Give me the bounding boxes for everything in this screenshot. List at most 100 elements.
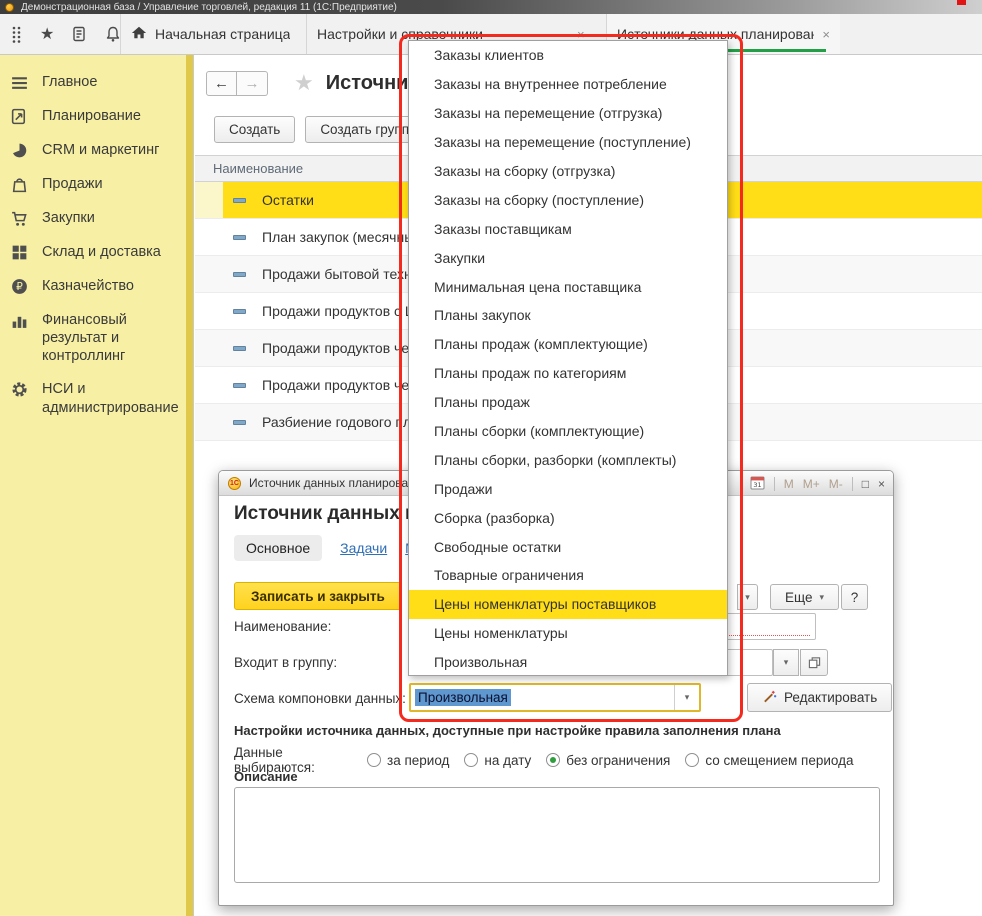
ruble-coin-icon: ₽ <box>10 277 29 296</box>
dropdown-item[interactable]: Минимальная цена поставщика <box>409 272 727 301</box>
radio-circle <box>685 753 699 767</box>
dropdown-item[interactable]: Заказы поставщикам <box>409 214 727 243</box>
sidebar-item-main[interactable]: Главное <box>10 73 178 92</box>
dropdown-item[interactable]: Планы сборки (комплектующие) <box>409 417 727 446</box>
tab-label: Начальная страница <box>155 26 290 42</box>
history-icon[interactable] <box>70 25 88 44</box>
dropdown-item[interactable]: Планы продаж (комплектующие) <box>409 330 727 359</box>
app-logo-icon <box>5 3 14 12</box>
favorites-star-icon[interactable]: ★ <box>40 25 54 44</box>
dialog-maximize-button[interactable]: □ <box>862 477 869 491</box>
sections-sidebar: Главное Планирование CRM и маркетинг Про… <box>0 55 186 916</box>
application-window: Демонстрационная база / Управление торго… <box>0 0 982 916</box>
description-textarea[interactable] <box>234 787 880 883</box>
dropdown-item[interactable]: Заказы на перемещение (поступление) <box>409 128 727 157</box>
split-button-caret[interactable]: ▾ <box>737 584 758 610</box>
window-title: Демонстрационная база / Управление торго… <box>21 2 397 13</box>
gear-icon <box>10 380 29 399</box>
bar-chart-icon <box>10 311 29 330</box>
schema-dropdown-list: Заказы клиентов Заказы на внутреннее пот… <box>408 40 728 676</box>
dropdown-item[interactable]: Планы сборки, разборки (комплекты) <box>409 445 727 474</box>
dropdown-item[interactable]: Сборка (разборка) <box>409 503 727 532</box>
chevron-down-icon: ▾ <box>819 592 824 603</box>
grid-boxes-icon <box>10 243 29 262</box>
radio-circle <box>546 753 560 767</box>
radio-za-period[interactable]: за период <box>367 753 449 768</box>
dropdown-item[interactable]: Заказы на перемещение (отгрузка) <box>409 99 727 128</box>
sidebar-item-planning[interactable]: Планирование <box>10 107 178 126</box>
sidebar-item-warehouse[interactable]: Склад и доставка <box>10 243 178 262</box>
window-titlebar: Демонстрационная база / Управление торго… <box>0 0 982 14</box>
home-icon <box>131 25 147 43</box>
sidebar-item-purchases[interactable]: Закупки <box>10 209 178 228</box>
list-item-icon <box>233 235 246 240</box>
schema-value-selected-text: Произвольная <box>415 689 511 706</box>
nav-back-button[interactable]: ← <box>206 71 237 96</box>
sidebar-item-sales[interactable]: Продажи <box>10 175 178 194</box>
sidebar-item-finance[interactable]: Финансовый результат и контроллинг <box>10 311 178 365</box>
radio-so-smescheniem[interactable]: со смещением периода <box>685 753 853 768</box>
memory-mminus-button[interactable]: M- <box>829 477 843 491</box>
pie-chart-icon <box>10 141 29 160</box>
1c-logo-icon: 1С <box>228 477 241 490</box>
sidebar-splitter[interactable] <box>186 55 194 916</box>
create-button[interactable]: Создать <box>214 116 295 143</box>
dropdown-item[interactable]: Закупки <box>409 243 727 272</box>
window-close-button[interactable] <box>957 0 966 5</box>
dropdown-item[interactable]: Произвольная <box>409 648 727 677</box>
name-field-label: Наименование: <box>234 619 331 634</box>
dropdown-item[interactable]: Продажи <box>409 474 727 503</box>
dropdown-item[interactable]: Заказы на внутреннее потребление <box>409 70 727 99</box>
calendar-icon[interactable]: 31 <box>750 475 765 493</box>
svg-text:31: 31 <box>753 481 761 489</box>
menu-lines-icon <box>10 73 29 92</box>
sidebar-item-treasury[interactable]: ₽ Казначейство <box>10 277 178 296</box>
magic-wand-icon <box>762 689 777 707</box>
dropdown-item[interactable]: Заказы клиентов <box>409 41 727 70</box>
radio-na-datu[interactable]: на дату <box>464 753 531 768</box>
list-item-icon <box>233 272 246 277</box>
dropdown-item[interactable]: Свободные остатки <box>409 532 727 561</box>
dropdown-item[interactable]: Планы продаж по категориям <box>409 359 727 388</box>
dialog-heading: Источник данных пл <box>234 503 429 525</box>
schema-dropdown-button[interactable]: ▾ <box>674 685 699 710</box>
radio-bez-ogranicheniya[interactable]: без ограничения <box>546 753 670 768</box>
quick-toolbar: ★ <box>0 14 120 54</box>
memory-m-button[interactable]: M <box>784 477 794 491</box>
list-item-icon <box>233 420 246 425</box>
schema-field-label: Схема компоновки данных: <box>234 691 406 706</box>
radio-circle <box>367 753 381 767</box>
group-dropdown-button[interactable]: ▾ <box>773 649 799 676</box>
list-item-icon <box>233 383 246 388</box>
memory-mplus-button[interactable]: M+ <box>803 477 820 491</box>
tab-close-icon[interactable]: × <box>822 27 830 42</box>
edit-schema-button[interactable]: Редактировать <box>747 683 892 712</box>
sidebar-item-crm[interactable]: CRM и маркетинг <box>10 141 178 160</box>
dropdown-item-highlighted[interactable]: Цены номенклатуры поставщиков <box>409 590 727 619</box>
help-button[interactable]: ? <box>841 584 868 610</box>
group-field-label: Входит в группу: <box>234 655 337 670</box>
radio-circle <box>464 753 478 767</box>
dropdown-item[interactable]: Заказы на сборку (поступление) <box>409 185 727 214</box>
sidebar-item-admin[interactable]: НСИ и администрирование <box>10 380 178 416</box>
dropdown-item[interactable]: Цены номенклатуры <box>409 619 727 648</box>
shopping-cart-icon <box>10 209 29 228</box>
dropdown-item[interactable]: Планы закупок <box>409 301 727 330</box>
dialog-close-button[interactable]: × <box>878 477 885 491</box>
nav-forward-button[interactable]: → <box>237 71 268 96</box>
service-menu-icon[interactable] <box>10 25 24 44</box>
schema-combo-input[interactable]: Произвольная ▾ <box>409 683 701 712</box>
group-choose-button[interactable] <box>800 649 828 676</box>
tab-home[interactable]: Начальная страница <box>120 14 306 54</box>
list-item-icon <box>233 198 246 203</box>
dropdown-item[interactable]: Планы продаж <box>409 388 727 417</box>
list-item-icon <box>233 346 246 351</box>
save-and-close-button[interactable]: Записать и закрыть <box>234 582 402 610</box>
dropdown-item[interactable]: Заказы на сборку (отгрузка) <box>409 157 727 186</box>
dropdown-item[interactable]: Товарные ограничения <box>409 561 727 590</box>
more-button[interactable]: Еще ▾ <box>770 584 839 610</box>
dialog-tab-tasks[interactable]: Задачи <box>340 540 387 556</box>
favorite-star-icon[interactable]: ★ <box>294 70 314 96</box>
dialog-tab-main[interactable]: Основное <box>234 535 322 561</box>
shopping-bag-icon <box>10 175 29 194</box>
